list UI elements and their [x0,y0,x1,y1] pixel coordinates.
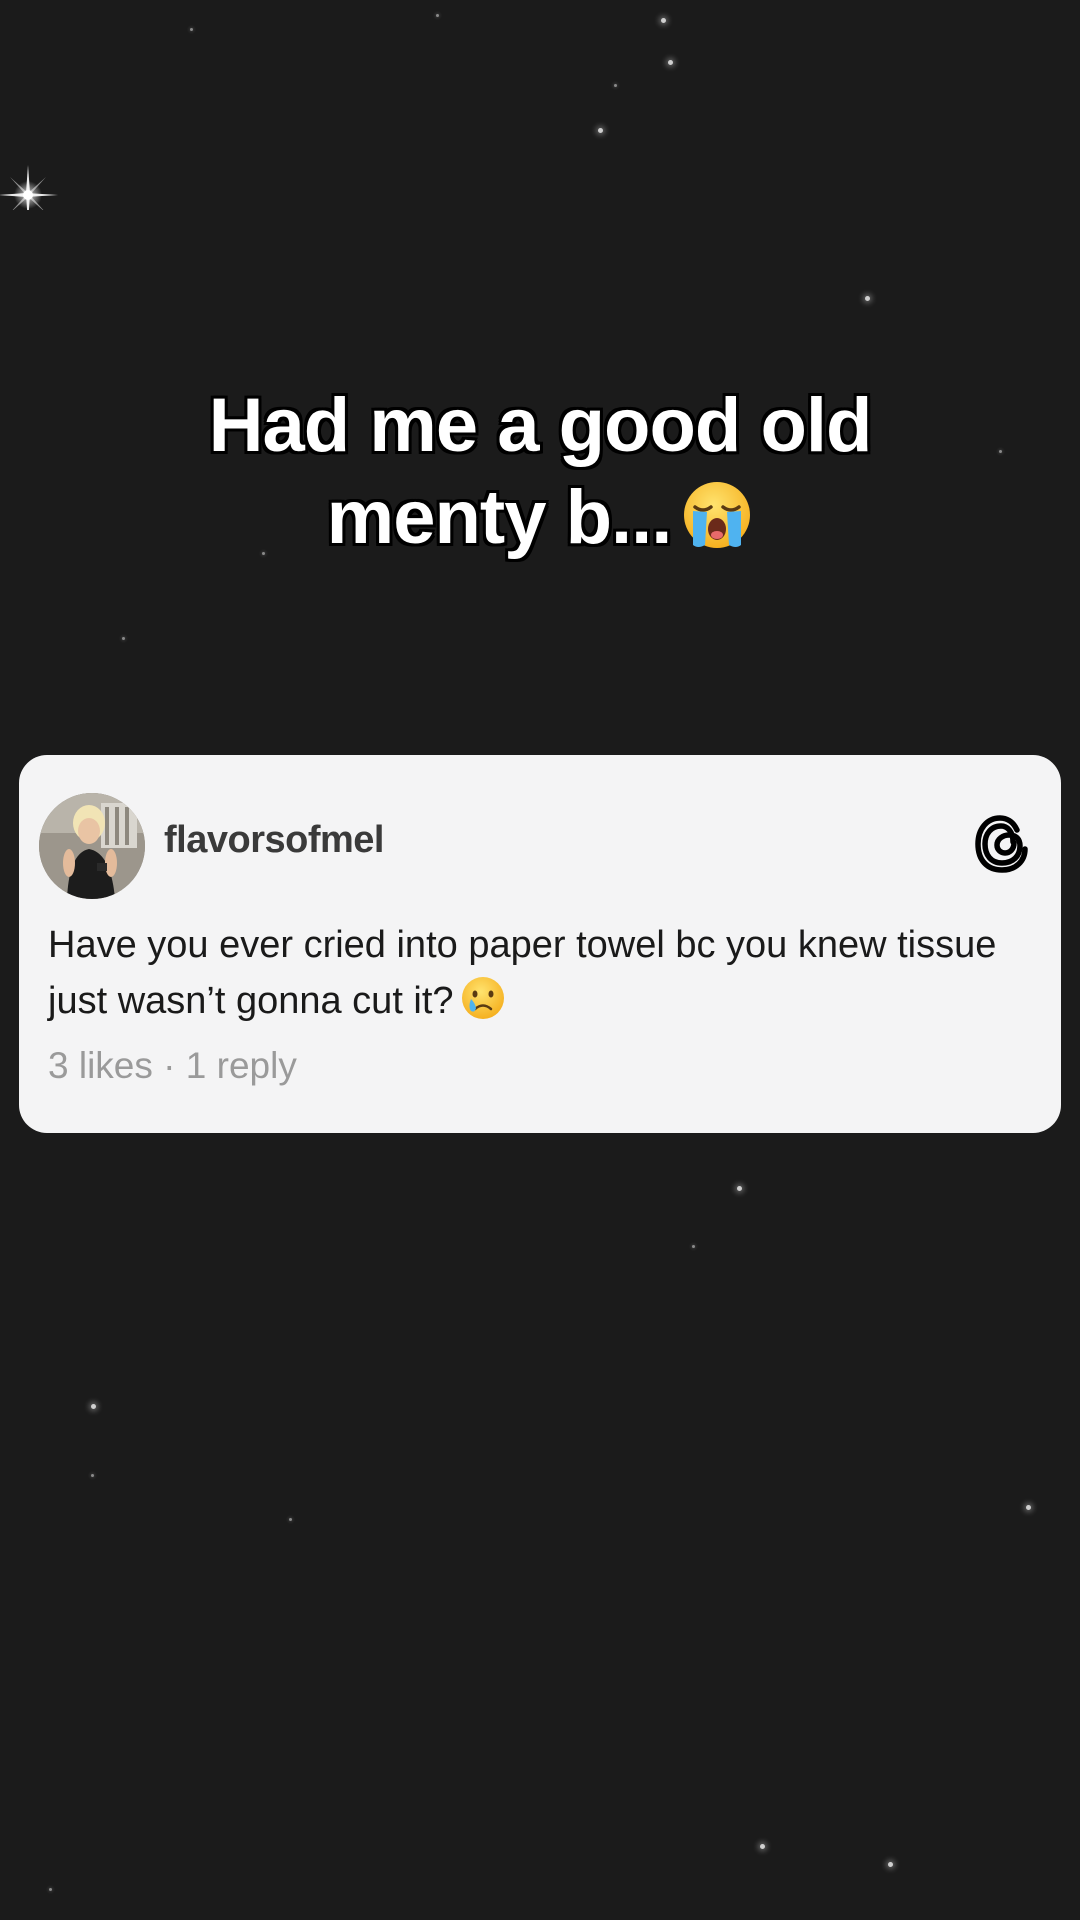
star [888,1862,893,1867]
star [190,28,193,31]
threads-post-card[interactable]: flavorsofmel Have you ever cried into pa… [19,755,1061,1133]
profile-photo [39,793,145,899]
video-frame: Had me a good old menty b... flavorsofme… [0,0,1080,1920]
crying-face-icon [461,977,504,1019]
post-stats: 3 likes · 1 reply [48,1045,297,1087]
star [49,1888,52,1891]
post-body: Have you ever cried into paper towel bc … [48,924,997,1022]
reply-count[interactable]: 1 reply [186,1045,297,1086]
caption-line-2: menty b... [326,475,673,560]
star [436,14,439,17]
username[interactable]: flavorsofmel [164,819,384,862]
star [999,450,1002,453]
sparkle-icon [0,165,58,210]
star [91,1404,96,1409]
caption-line-1: Had me a good old [208,383,873,468]
star [614,84,617,87]
post-text: Have you ever cried into paper towel bc … [48,917,1008,1029]
star [668,60,673,65]
star [289,1518,292,1521]
star [122,637,125,640]
avatar[interactable] [39,793,145,899]
video-caption: Had me a good old menty b... [90,380,990,564]
star [1026,1505,1031,1510]
star [598,128,603,133]
stats-separator: · [152,1045,186,1086]
loudly-crying-face-icon [684,482,751,548]
caption-line-2-wrap: menty b... [90,472,990,564]
star [760,1844,765,1849]
star [91,1474,94,1477]
star [661,18,666,23]
star [692,1245,695,1248]
star [865,296,870,301]
likes-count[interactable]: 3 likes [48,1045,153,1086]
star [737,1186,742,1191]
threads-icon[interactable] [973,813,1031,875]
